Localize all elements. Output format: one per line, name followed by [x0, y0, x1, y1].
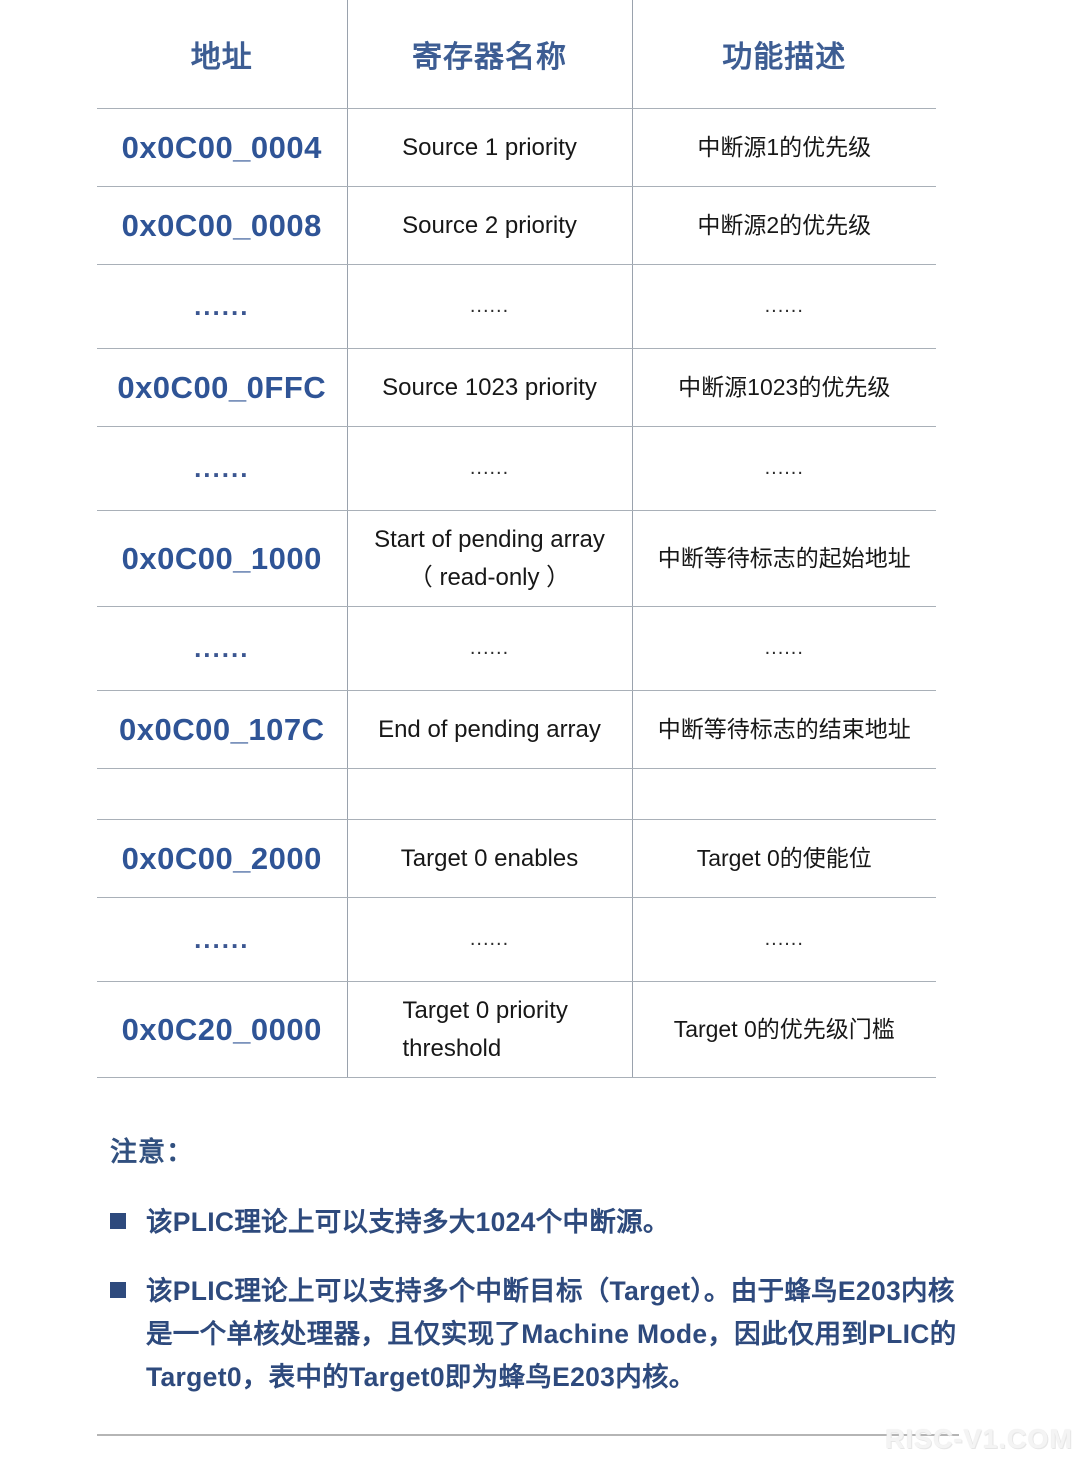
- cell-register-name: Source 2 priority: [347, 186, 633, 265]
- cell-function-description: 中断等待标志的结束地址: [632, 690, 936, 769]
- notes-list: 该PLIC理论上可以支持多大1024个中断源。该PLIC理论上可以支持多个中断目…: [110, 1201, 970, 1399]
- table-row: 0x0C20_0000 Target 0 priority threshold Tar…: [97, 981, 936, 1078]
- cell-register-name: Source 1023 priority: [347, 348, 633, 427]
- cell-register-name: Target 0 enables: [347, 819, 633, 898]
- table-row: ..................: [97, 264, 936, 349]
- note-text: 该PLIC理论上可以支持多大1024个中断源。: [146, 1207, 670, 1237]
- document-page: 地址 寄存器名称 功能描述 0x0C00_0004 Source 1 priori…: [0, 0, 1080, 1469]
- table-header-row: 地址 寄存器名称 功能描述: [97, 0, 936, 109]
- cell-function-description: 中断等待标志的起始地址: [632, 510, 936, 607]
- table-row: 0x0C00_2000 Target 0 enables Target 0的使能位: [97, 819, 936, 898]
- cell-register-name: [347, 768, 633, 820]
- cell-register-name-line2: （ read-only ）: [408, 563, 571, 591]
- table-row: 0x0C00_107C End of pending array 中断等待标志的结束…: [97, 690, 936, 769]
- table-row: ..................: [97, 897, 936, 982]
- square-bullet-icon: [110, 1281, 126, 1298]
- table-row: [97, 768, 936, 820]
- cell-address: ......: [97, 426, 348, 511]
- footer-divider: [97, 1434, 959, 1436]
- cell-register-name: ......: [347, 897, 633, 982]
- cell-address: 0x0C20_0000: [97, 981, 348, 1078]
- table-row: ..................: [97, 606, 936, 691]
- cell-register-name-line1: Target 0 priority: [402, 997, 568, 1025]
- cell-register-name: ......: [347, 606, 633, 691]
- table-row: ..................: [97, 426, 936, 511]
- column-header-register-name: 寄存器名称: [347, 0, 633, 109]
- cell-register-name: Start of pending array （ read-only ）: [347, 510, 633, 607]
- cell-address: 0x0C00_0FFC: [97, 348, 348, 427]
- notes-title: 注意：: [110, 1137, 194, 1167]
- cell-address: ......: [97, 897, 348, 982]
- cell-register-name: End of pending array: [347, 690, 633, 769]
- cell-function-description: [632, 768, 936, 820]
- cell-address: 0x0C00_107C: [97, 690, 348, 769]
- cell-function-description: 中断源1023的优先级: [632, 348, 936, 427]
- cell-register-name: Source 1 priority: [347, 108, 633, 187]
- cell-function-description: Target 0的优先级门槛: [632, 981, 936, 1078]
- square-bullet-icon: [110, 1213, 126, 1229]
- cell-function-description: ......: [632, 897, 936, 982]
- cell-register-name-line2: threshold: [402, 1034, 502, 1062]
- table-row: 0x0C00_0008 Source 2 priority 中断源2的优先级: [97, 186, 936, 265]
- table-row: 0x0C00_1000 Start of pending array （ read-…: [97, 510, 936, 607]
- table-body: 0x0C00_0004 Source 1 priority 中断源1的优先级 0x0C…: [97, 108, 936, 1078]
- cell-address: 0x0C00_0004: [97, 108, 348, 187]
- cell-function-description: 中断源1的优先级: [632, 108, 936, 187]
- cell-function-description: Target 0的使能位: [632, 819, 936, 898]
- table-header: 地址 寄存器名称 功能描述: [97, 0, 936, 109]
- note-text: 该PLIC理论上可以支持多个中断目标（Target）。由于蜂鸟E203内核是一个…: [146, 1275, 957, 1392]
- cell-address: [97, 768, 348, 820]
- plic-register-table: 地址 寄存器名称 功能描述 0x0C00_0004 Source 1 priori…: [97, 0, 936, 1078]
- cell-function-description: ......: [632, 264, 936, 349]
- cell-register-name-line1: Start of pending array: [374, 526, 605, 554]
- table-row: 0x0C00_0FFC Source 1023 priority 中断源1023的优…: [97, 348, 936, 427]
- column-header-address: 地址: [97, 0, 348, 109]
- cell-function-description: ......: [632, 426, 936, 511]
- notes-section: 注意： 该PLIC理论上可以支持多大1024个中断源。 该PLIC理论上可以支持多…: [110, 1130, 970, 1425]
- site-watermark: RISC-V1.COM: [884, 1424, 1073, 1454]
- cell-address: ......: [97, 606, 348, 691]
- cell-address: ......: [97, 264, 348, 349]
- table-row: 0x0C00_0004 Source 1 priority 中断源1的优先级: [97, 108, 936, 187]
- cell-function-description: 中断源2的优先级: [632, 186, 936, 265]
- cell-register-name: ......: [347, 264, 633, 349]
- cell-register-name: ......: [347, 426, 633, 511]
- cell-address: 0x0C00_1000: [97, 510, 348, 607]
- note-item: 该PLIC理论上可以支持多大1024个中断源。: [110, 1201, 970, 1244]
- column-header-function-description: 功能描述: [632, 0, 936, 109]
- cell-address: 0x0C00_0008: [97, 186, 348, 265]
- note-item: 该PLIC理论上可以支持多个中断目标（Target）。由于蜂鸟E203内核是一个…: [110, 1270, 970, 1399]
- cell-function-description: ......: [632, 606, 936, 691]
- cell-register-name: Target 0 priority threshold: [347, 981, 633, 1078]
- cell-address: 0x0C00_2000: [97, 819, 348, 898]
